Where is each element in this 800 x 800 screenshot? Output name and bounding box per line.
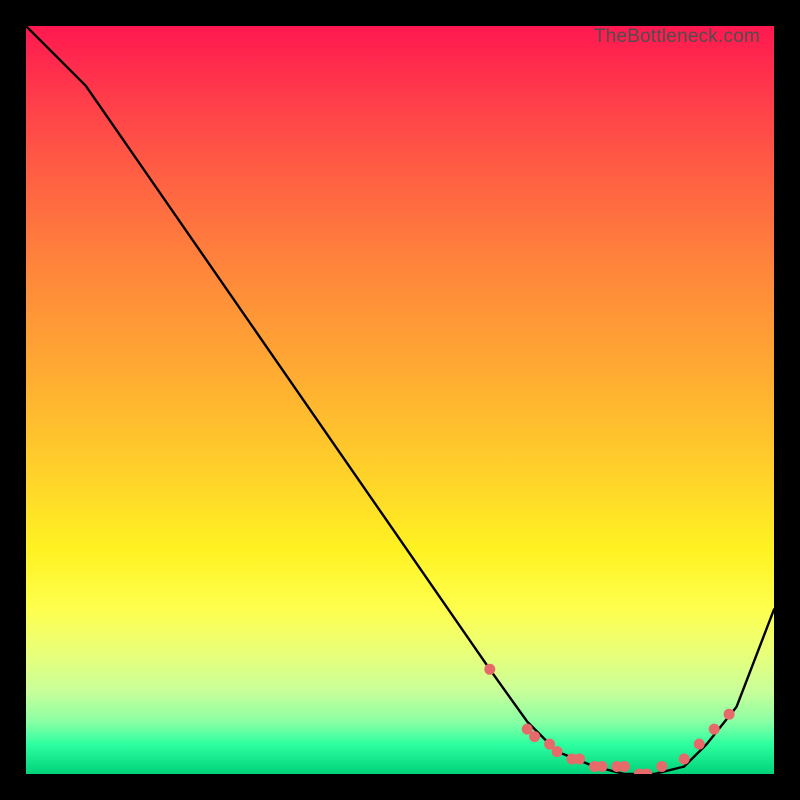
marker-dot	[709, 724, 720, 735]
bottleneck-markers-group	[484, 664, 734, 774]
marker-dot	[619, 761, 630, 772]
marker-dot	[679, 754, 690, 765]
marker-dot	[724, 709, 735, 720]
marker-dot	[641, 769, 652, 775]
marker-dot	[484, 664, 495, 675]
marker-dot	[574, 754, 585, 765]
attribution-label: TheBottleneck.com	[594, 26, 760, 48]
bottleneck-curve-svg	[26, 26, 774, 774]
chart-frame: TheBottleneck.com	[12, 12, 788, 788]
marker-dot	[552, 746, 563, 757]
marker-dot	[597, 761, 608, 772]
marker-dot	[656, 761, 667, 772]
marker-dot	[529, 731, 540, 742]
marker-dot	[694, 739, 705, 750]
chart-plot-area: TheBottleneck.com	[26, 26, 774, 774]
bottleneck-curve-path	[26, 26, 774, 774]
